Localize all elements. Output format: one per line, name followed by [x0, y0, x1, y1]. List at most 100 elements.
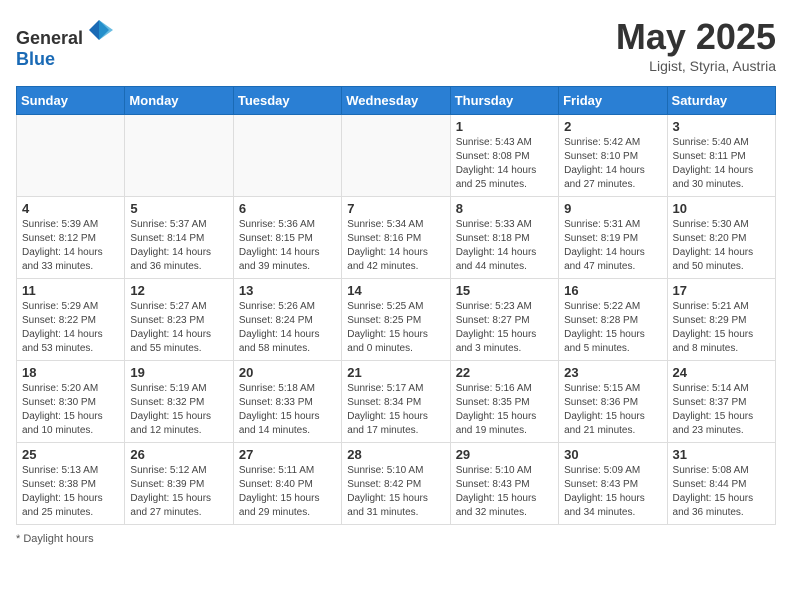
- day-sunset: Sunset: 8:43 PM: [456, 479, 530, 490]
- calendar-cell: 1 Sunrise: 5:43 AM Sunset: 8:08 PM Dayli…: [450, 115, 558, 197]
- day-sunrise: Sunrise: 5:08 AM: [673, 465, 749, 476]
- day-daylight: Daylight: 15 hours and 27 minutes.: [130, 493, 211, 518]
- calendar-cell: 16 Sunrise: 5:22 AM Sunset: 8:28 PM Dayl…: [559, 279, 667, 361]
- day-daylight: Daylight: 15 hours and 25 minutes.: [22, 493, 103, 518]
- footer-note: * Daylight hours: [16, 533, 776, 545]
- main-title: May 2025: [616, 16, 776, 58]
- day-number: 3: [673, 119, 770, 134]
- day-daylight: Daylight: 15 hours and 34 minutes.: [564, 493, 645, 518]
- day-sunrise: Sunrise: 5:16 AM: [456, 383, 532, 394]
- day-sunrise: Sunrise: 5:43 AM: [456, 137, 532, 148]
- day-daylight: Daylight: 15 hours and 21 minutes.: [564, 411, 645, 436]
- calendar-cell: 27 Sunrise: 5:11 AM Sunset: 8:40 PM Dayl…: [233, 443, 341, 525]
- day-sunset: Sunset: 8:30 PM: [22, 397, 96, 408]
- day-sunrise: Sunrise: 5:22 AM: [564, 301, 640, 312]
- day-number: 31: [673, 447, 770, 462]
- day-sunrise: Sunrise: 5:23 AM: [456, 301, 532, 312]
- day-daylight: Daylight: 15 hours and 0 minutes.: [347, 329, 428, 354]
- weekday-header-sunday: Sunday: [17, 87, 125, 115]
- calendar-cell: 13 Sunrise: 5:26 AM Sunset: 8:24 PM Dayl…: [233, 279, 341, 361]
- day-sunrise: Sunrise: 5:10 AM: [347, 465, 423, 476]
- day-sunset: Sunset: 8:23 PM: [130, 315, 204, 326]
- calendar-cell: 31 Sunrise: 5:08 AM Sunset: 8:44 PM Dayl…: [667, 443, 775, 525]
- day-sunset: Sunset: 8:14 PM: [130, 233, 204, 244]
- calendar-cell: [125, 115, 233, 197]
- day-number: 5: [130, 201, 227, 216]
- day-daylight: Daylight: 14 hours and 42 minutes.: [347, 247, 428, 272]
- day-sunset: Sunset: 8:27 PM: [456, 315, 530, 326]
- calendar-cell: 10 Sunrise: 5:30 AM Sunset: 8:20 PM Dayl…: [667, 197, 775, 279]
- day-number: 30: [564, 447, 661, 462]
- logo-text-blue: Blue: [16, 49, 55, 69]
- logo-icon: [85, 16, 113, 44]
- calendar-cell: [342, 115, 450, 197]
- day-sunset: Sunset: 8:19 PM: [564, 233, 638, 244]
- calendar-cell: 3 Sunrise: 5:40 AM Sunset: 8:11 PM Dayli…: [667, 115, 775, 197]
- day-daylight: Daylight: 14 hours and 39 minutes.: [239, 247, 320, 272]
- calendar-cell: 17 Sunrise: 5:21 AM Sunset: 8:29 PM Dayl…: [667, 279, 775, 361]
- calendar-cell: 25 Sunrise: 5:13 AM Sunset: 8:38 PM Dayl…: [17, 443, 125, 525]
- calendar-cell: [233, 115, 341, 197]
- day-sunset: Sunset: 8:18 PM: [456, 233, 530, 244]
- title-block: May 2025 Ligist, Styria, Austria: [616, 16, 776, 74]
- day-number: 17: [673, 283, 770, 298]
- day-sunset: Sunset: 8:08 PM: [456, 151, 530, 162]
- day-number: 8: [456, 201, 553, 216]
- day-number: 13: [239, 283, 336, 298]
- day-sunset: Sunset: 8:39 PM: [130, 479, 204, 490]
- day-daylight: Daylight: 14 hours and 47 minutes.: [564, 247, 645, 272]
- day-number: 22: [456, 365, 553, 380]
- day-sunrise: Sunrise: 5:14 AM: [673, 383, 749, 394]
- calendar-cell: [17, 115, 125, 197]
- day-daylight: Daylight: 15 hours and 23 minutes.: [673, 411, 754, 436]
- day-number: 15: [456, 283, 553, 298]
- day-sunset: Sunset: 8:34 PM: [347, 397, 421, 408]
- day-number: 9: [564, 201, 661, 216]
- calendar-cell: 4 Sunrise: 5:39 AM Sunset: 8:12 PM Dayli…: [17, 197, 125, 279]
- calendar-cell: 9 Sunrise: 5:31 AM Sunset: 8:19 PM Dayli…: [559, 197, 667, 279]
- calendar-cell: 11 Sunrise: 5:29 AM Sunset: 8:22 PM Dayl…: [17, 279, 125, 361]
- calendar-cell: 6 Sunrise: 5:36 AM Sunset: 8:15 PM Dayli…: [233, 197, 341, 279]
- day-daylight: Daylight: 15 hours and 17 minutes.: [347, 411, 428, 436]
- day-sunset: Sunset: 8:43 PM: [564, 479, 638, 490]
- day-sunrise: Sunrise: 5:39 AM: [22, 219, 98, 230]
- calendar-cell: 8 Sunrise: 5:33 AM Sunset: 8:18 PM Dayli…: [450, 197, 558, 279]
- day-daylight: Daylight: 15 hours and 14 minutes.: [239, 411, 320, 436]
- day-sunrise: Sunrise: 5:09 AM: [564, 465, 640, 476]
- day-number: 29: [456, 447, 553, 462]
- calendar-cell: 20 Sunrise: 5:18 AM Sunset: 8:33 PM Dayl…: [233, 361, 341, 443]
- day-number: 14: [347, 283, 444, 298]
- day-number: 25: [22, 447, 119, 462]
- logo: General Blue: [16, 16, 113, 70]
- day-sunrise: Sunrise: 5:15 AM: [564, 383, 640, 394]
- day-sunset: Sunset: 8:44 PM: [673, 479, 747, 490]
- day-sunrise: Sunrise: 5:18 AM: [239, 383, 315, 394]
- day-sunset: Sunset: 8:10 PM: [564, 151, 638, 162]
- calendar-cell: 30 Sunrise: 5:09 AM Sunset: 8:43 PM Dayl…: [559, 443, 667, 525]
- day-sunset: Sunset: 8:42 PM: [347, 479, 421, 490]
- day-daylight: Daylight: 15 hours and 10 minutes.: [22, 411, 103, 436]
- calendar-cell: 24 Sunrise: 5:14 AM Sunset: 8:37 PM Dayl…: [667, 361, 775, 443]
- day-number: 24: [673, 365, 770, 380]
- day-sunrise: Sunrise: 5:20 AM: [22, 383, 98, 394]
- calendar-cell: 14 Sunrise: 5:25 AM Sunset: 8:25 PM Dayl…: [342, 279, 450, 361]
- day-sunrise: Sunrise: 5:12 AM: [130, 465, 206, 476]
- page-header: General Blue May 2025 Ligist, Styria, Au…: [16, 16, 776, 74]
- footer-note-text: Daylight hours: [23, 533, 93, 545]
- day-sunset: Sunset: 8:25 PM: [347, 315, 421, 326]
- day-sunrise: Sunrise: 5:36 AM: [239, 219, 315, 230]
- day-sunrise: Sunrise: 5:13 AM: [22, 465, 98, 476]
- day-sunset: Sunset: 8:29 PM: [673, 315, 747, 326]
- calendar-cell: 22 Sunrise: 5:16 AM Sunset: 8:35 PM Dayl…: [450, 361, 558, 443]
- day-daylight: Daylight: 15 hours and 31 minutes.: [347, 493, 428, 518]
- calendar-cell: 23 Sunrise: 5:15 AM Sunset: 8:36 PM Dayl…: [559, 361, 667, 443]
- day-sunrise: Sunrise: 5:37 AM: [130, 219, 206, 230]
- day-sunset: Sunset: 8:40 PM: [239, 479, 313, 490]
- calendar-cell: 12 Sunrise: 5:27 AM Sunset: 8:23 PM Dayl…: [125, 279, 233, 361]
- weekday-header-saturday: Saturday: [667, 87, 775, 115]
- day-sunset: Sunset: 8:12 PM: [22, 233, 96, 244]
- day-daylight: Daylight: 14 hours and 55 minutes.: [130, 329, 211, 354]
- weekday-header-wednesday: Wednesday: [342, 87, 450, 115]
- calendar-cell: 29 Sunrise: 5:10 AM Sunset: 8:43 PM Dayl…: [450, 443, 558, 525]
- day-number: 19: [130, 365, 227, 380]
